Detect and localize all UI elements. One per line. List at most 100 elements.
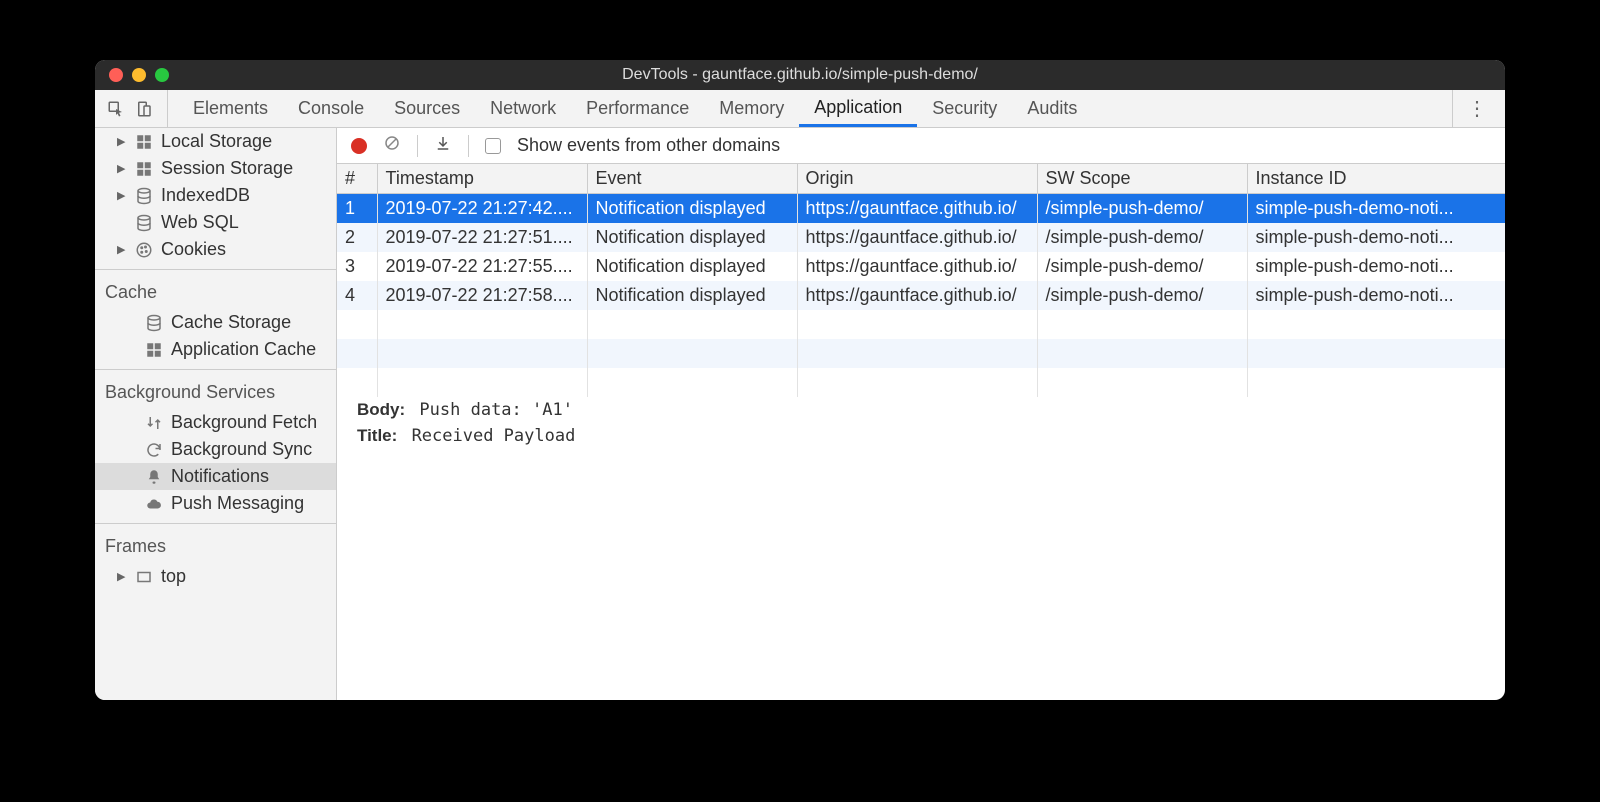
cookie-icon xyxy=(135,241,153,259)
chevron-right-icon: ▶ xyxy=(117,243,127,256)
sidebar: ▶Local Storage▶Session Storage▶IndexedDB… xyxy=(95,128,337,700)
column-header[interactable]: # xyxy=(337,164,377,194)
minimize-icon[interactable] xyxy=(132,68,146,82)
sidebar-item-label: IndexedDB xyxy=(161,185,250,206)
sidebar-item-top[interactable]: ▶ top xyxy=(95,563,336,590)
table-cell: Notification displayed xyxy=(587,194,797,224)
table-cell: https://gauntface.github.io/ xyxy=(797,281,1037,310)
sidebar-item-notifications[interactable]: Notifications xyxy=(95,463,336,490)
table-cell: 2019-07-22 21:27:58.... xyxy=(377,281,587,310)
show-other-domains-label: Show events from other domains xyxy=(517,135,780,156)
table-cell: Notification displayed xyxy=(587,252,797,281)
table-cell: https://gauntface.github.io/ xyxy=(797,223,1037,252)
toolbar-separator xyxy=(417,135,418,157)
sidebar-item-web-sql[interactable]: Web SQL xyxy=(95,209,336,236)
chevron-right-icon: ▶ xyxy=(117,570,127,583)
details-body-value: Push data: 'A1' xyxy=(419,400,573,420)
sidebar-item-label: Background Sync xyxy=(171,439,312,460)
tab-network[interactable]: Network xyxy=(475,90,571,127)
chevron-right-icon: ▶ xyxy=(117,162,127,175)
table-cell: simple-push-demo-noti... xyxy=(1247,252,1505,281)
table-cell: /simple-push-demo/ xyxy=(1037,194,1247,224)
sidebar-item-session-storage[interactable]: ▶ Session Storage xyxy=(95,155,336,182)
window-title: DevTools - gauntface.github.io/simple-pu… xyxy=(95,66,1505,84)
tab-memory[interactable]: Memory xyxy=(704,90,799,127)
table-cell: 2019-07-22 21:27:55.... xyxy=(377,252,587,281)
sidebar-item-cookies[interactable]: ▶ Cookies xyxy=(95,236,336,263)
sidebar-item-label: Application Cache xyxy=(171,339,316,360)
bell-icon xyxy=(145,468,163,486)
table-cell: simple-push-demo-noti... xyxy=(1247,194,1505,224)
sidebar-item-label: Background Fetch xyxy=(171,412,317,433)
table-cell: https://gauntface.github.io/ xyxy=(797,252,1037,281)
more-icon[interactable]: ⋮ xyxy=(1452,90,1493,127)
sidebar-item-background-fetch[interactable]: Background Fetch xyxy=(95,409,336,436)
devtools-window: DevTools - gauntface.github.io/simple-pu… xyxy=(95,60,1505,700)
column-header[interactable]: Timestamp xyxy=(377,164,587,194)
sidebar-item-push-messaging[interactable]: Push Messaging xyxy=(95,490,336,517)
cloud-icon xyxy=(145,495,163,513)
table-cell: 1 xyxy=(337,194,377,224)
column-header[interactable]: Origin xyxy=(797,164,1037,194)
sidebar-item-label: Notifications xyxy=(171,466,269,487)
table-cell: Notification displayed xyxy=(587,281,797,310)
table-row xyxy=(337,339,1505,368)
sidebar-item-local-storage[interactable]: ▶Local Storage xyxy=(95,128,336,155)
sidebar-item-label: Web SQL xyxy=(161,212,239,233)
clear-icon[interactable] xyxy=(383,134,401,157)
table-cell: /simple-push-demo/ xyxy=(1037,223,1247,252)
table-cell: 2019-07-22 21:27:51.... xyxy=(377,223,587,252)
chevron-right-icon: ▶ xyxy=(117,189,127,202)
tab-performance[interactable]: Performance xyxy=(571,90,704,127)
close-icon[interactable] xyxy=(109,68,123,82)
download-icon[interactable] xyxy=(434,134,452,157)
device-toggle-icon[interactable] xyxy=(135,100,153,118)
frames-group-title: Frames xyxy=(95,528,336,563)
table-cell: simple-push-demo-noti... xyxy=(1247,223,1505,252)
column-header[interactable]: Instance ID xyxy=(1247,164,1505,194)
table-cell: /simple-push-demo/ xyxy=(1037,281,1247,310)
sidebar-item-cache-storage[interactable]: Cache Storage xyxy=(95,309,336,336)
sidebar-item-background-sync[interactable]: Background Sync xyxy=(95,436,336,463)
table-row[interactable]: 32019-07-22 21:27:55....Notification dis… xyxy=(337,252,1505,281)
grid-icon xyxy=(135,160,153,178)
sidebar-item-application-cache[interactable]: Application Cache xyxy=(95,336,336,363)
sidebar-item-label: Cookies xyxy=(161,239,226,260)
table-cell: 2 xyxy=(337,223,377,252)
table-cell: /simple-push-demo/ xyxy=(1037,252,1247,281)
tab-sources[interactable]: Sources xyxy=(379,90,475,127)
db-icon xyxy=(135,187,153,205)
details-title-label: Title: xyxy=(357,426,397,445)
details-body-label: Body: xyxy=(357,400,405,419)
tab-security[interactable]: Security xyxy=(917,90,1012,127)
events-table: #TimestampEventOriginSW ScopeInstance ID… xyxy=(337,164,1505,388)
sidebar-item-label: top xyxy=(161,566,186,587)
column-header[interactable]: SW Scope xyxy=(1037,164,1247,194)
inspect-icon[interactable] xyxy=(107,100,125,118)
db-icon xyxy=(145,314,163,332)
tab-console[interactable]: Console xyxy=(283,90,379,127)
table-row[interactable]: 42019-07-22 21:27:58....Notification dis… xyxy=(337,281,1505,310)
record-button[interactable] xyxy=(351,138,367,154)
tab-bar: ElementsConsoleSourcesNetworkPerformance… xyxy=(95,90,1505,128)
tab-elements[interactable]: Elements xyxy=(178,90,283,127)
sidebar-item-indexeddb[interactable]: ▶ IndexedDB xyxy=(95,182,336,209)
show-other-domains-checkbox[interactable] xyxy=(485,138,501,154)
tab-audits[interactable]: Audits xyxy=(1012,90,1092,127)
details-title-value: Received Payload xyxy=(412,426,576,446)
maximize-icon[interactable] xyxy=(155,68,169,82)
sidebar-item-label: Session Storage xyxy=(161,158,293,179)
grid-icon xyxy=(135,133,153,151)
main-panel: Show events from other domains #Timestam… xyxy=(337,128,1505,700)
db-icon xyxy=(135,214,153,232)
swap-icon xyxy=(145,414,163,432)
table-cell: Notification displayed xyxy=(587,223,797,252)
table-cell: simple-push-demo-noti... xyxy=(1247,281,1505,310)
table-cell: 2019-07-22 21:27:42.... xyxy=(377,194,587,224)
column-header[interactable]: Event xyxy=(587,164,797,194)
sidebar-item-label: Local Storage xyxy=(161,131,272,152)
table-row[interactable]: 22019-07-22 21:27:51....Notification dis… xyxy=(337,223,1505,252)
tab-application[interactable]: Application xyxy=(799,90,917,127)
table-row[interactable]: 12019-07-22 21:27:42....Notification dis… xyxy=(337,194,1505,224)
sidebar-item-label: Push Messaging xyxy=(171,493,304,514)
